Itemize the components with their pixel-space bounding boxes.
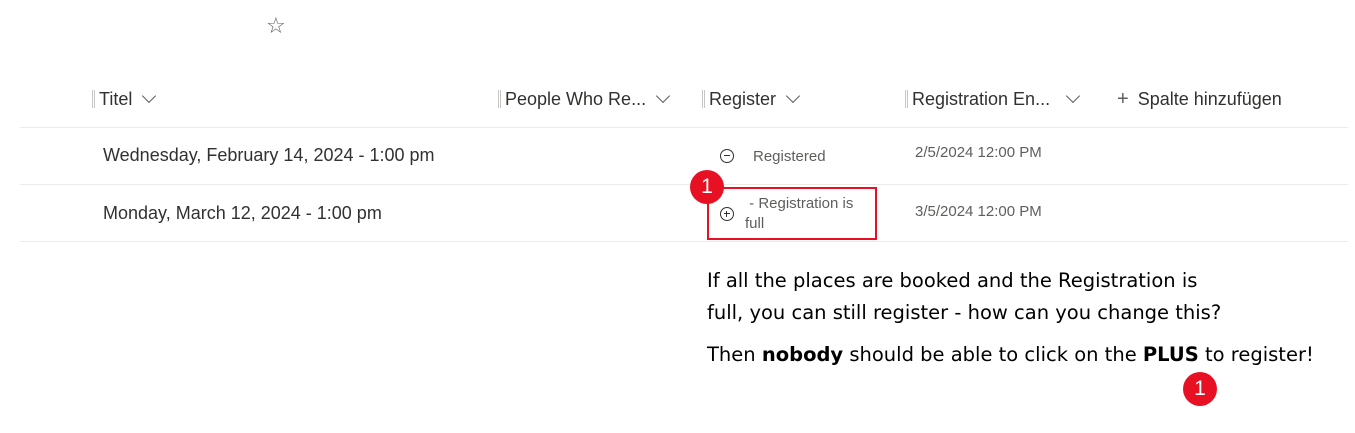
chevron-down-icon xyxy=(656,88,671,104)
column-header-register[interactable]: Register xyxy=(702,84,801,114)
column-resize-grip[interactable] xyxy=(92,90,95,108)
column-header-registration-end[interactable]: Registration En... xyxy=(905,84,1081,114)
registration-end-value: 3/5/2024 12:00 PM xyxy=(915,203,1042,220)
highlight-box xyxy=(707,187,877,240)
add-column-button[interactable]: + Spalte hinzufügen xyxy=(1117,84,1282,114)
add-column-label: Spalte hinzufügen xyxy=(1137,88,1282,109)
column-header-label: People Who Re... xyxy=(505,88,647,109)
minus-circle-icon[interactable] xyxy=(720,149,734,163)
plus-icon: + xyxy=(1117,87,1129,110)
annotation-emphasis: PLUS xyxy=(1142,343,1199,366)
table-row[interactable]: Monday, March 12, 2024 - 1:00 pm - Regis… xyxy=(20,185,1348,241)
column-resize-grip[interactable] xyxy=(905,90,908,108)
column-header-label: Titel xyxy=(99,88,133,109)
annotation-line: Then nobody should be able to click on t… xyxy=(707,342,1314,368)
annotation-text: Then xyxy=(707,343,762,366)
column-header-label: Register xyxy=(709,88,777,109)
chevron-down-icon xyxy=(142,88,157,104)
annotation-line: full, you can still register - how can y… xyxy=(707,301,1222,324)
column-resize-grip[interactable] xyxy=(498,90,501,108)
chevron-down-icon xyxy=(1066,88,1081,104)
column-header-titel[interactable]: Titel xyxy=(92,84,157,114)
annotation-text: to register! xyxy=(1198,343,1314,366)
table-row[interactable]: Wednesday, February 14, 2024 - 1:00 pm R… xyxy=(20,128,1348,184)
row-title[interactable]: Monday, March 12, 2024 - 1:00 pm xyxy=(103,203,382,224)
column-header-label: Registration En... xyxy=(912,88,1051,109)
annotation-line: If all the places are booked and the Reg… xyxy=(707,269,1198,292)
register-status-text: Registered xyxy=(753,148,826,165)
annotation-emphasis: nobody xyxy=(761,343,844,366)
step-badge: 1 xyxy=(1183,372,1217,406)
column-header-people-who-registered[interactable]: People Who Re... xyxy=(498,84,671,114)
column-header-row: Titel People Who Re... Register Registra… xyxy=(0,84,1355,114)
annotation-text: should be able to click on the xyxy=(843,343,1143,366)
registration-end-value: 2/5/2024 12:00 PM xyxy=(915,144,1042,161)
column-resize-grip[interactable] xyxy=(702,90,705,108)
star-icon[interactable]: ☆ xyxy=(266,13,286,39)
divider xyxy=(20,241,1348,242)
step-badge: 1 xyxy=(690,170,724,204)
chevron-down-icon xyxy=(785,88,801,104)
row-title[interactable]: Wednesday, February 14, 2024 - 1:00 pm xyxy=(103,145,435,166)
register-button[interactable]: Registered xyxy=(720,147,826,167)
